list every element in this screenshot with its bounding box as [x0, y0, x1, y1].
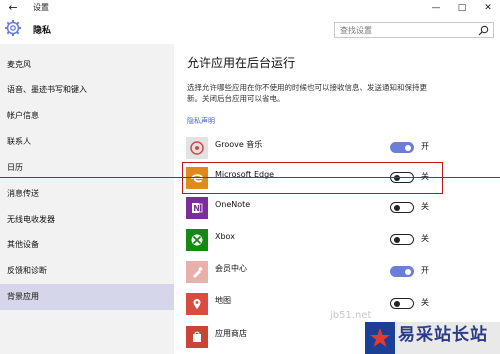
- app-name: 应用商店: [215, 329, 247, 338]
- search-placeholder: 查找设置: [340, 26, 372, 35]
- gear-icon: [5, 20, 21, 36]
- sidebar-item-messaging[interactable]: 消息传送: [0, 181, 174, 207]
- app-row-maps: 地图 关: [186, 293, 446, 315]
- background-toggle[interactable]: [390, 234, 414, 245]
- highlight-box: [182, 162, 443, 194]
- background-toggle[interactable]: [390, 202, 414, 213]
- app-name: 会员中心: [215, 264, 247, 273]
- sidebar-item-microphone[interactable]: 麦克风: [0, 52, 174, 78]
- sidebar-item-account-info[interactable]: 帐户信息: [0, 103, 174, 129]
- sidebar-item-contacts[interactable]: 联系人: [0, 129, 174, 155]
- groove-music-icon: [186, 137, 208, 159]
- app-row-groove-music: Groove 音乐 开: [186, 137, 446, 159]
- sidebar-item-label: 麦克风: [7, 60, 31, 69]
- title-bar: ← 设置 — □ ✕: [0, 0, 500, 16]
- insider-hub-icon: [186, 261, 208, 283]
- background-toggle[interactable]: [390, 142, 414, 153]
- app-row-insider-hub: 会员中心 开: [186, 261, 446, 283]
- sidebar-item-label: 其他设备: [7, 240, 39, 249]
- app-name: Xbox: [215, 232, 235, 241]
- search-input[interactable]: 查找设置: [334, 22, 494, 38]
- sidebar-item-label: 联系人: [7, 137, 31, 146]
- search-icon[interactable]: [478, 25, 489, 36]
- watermark-text: 易采站长站: [398, 325, 488, 345]
- maximize-button[interactable]: □: [450, 0, 474, 16]
- sidebar-item-speech-inking-typing[interactable]: 语音、墨迹书写和键入: [0, 77, 174, 103]
- onenote-icon: N: [186, 197, 208, 219]
- svg-text:N: N: [193, 204, 200, 213]
- sidebar-item-label: 反馈和诊断: [7, 266, 47, 275]
- app-name: 地图: [215, 296, 231, 305]
- toggle-state-label: 开: [421, 142, 429, 151]
- privacy-statement-link[interactable]: 隐私声明: [187, 116, 215, 126]
- watermark: 易采站长站: [365, 322, 500, 354]
- sidebar-item-label: 语音、墨迹书写和键入: [7, 85, 87, 94]
- app-row-onenote: N OneNote 关: [186, 197, 446, 219]
- page-title: 隐私: [33, 26, 52, 36]
- sidebar-item-feedback-diagnostics[interactable]: 反馈和诊断: [0, 258, 174, 284]
- watermark-url: jb51.net: [330, 310, 372, 321]
- section-title: 允许应用在后台运行: [187, 56, 296, 70]
- toggle-state-label: 关: [421, 202, 429, 211]
- toggle-state-label: 开: [421, 266, 429, 275]
- minimize-button[interactable]: —: [424, 0, 448, 16]
- sidebar-item-label: 消息传送: [7, 189, 39, 198]
- section-description: 选择允许哪些应用在你不使用的时候也可以接收信息、发送通知和保持更新。关闭后台应用…: [187, 83, 427, 103]
- sidebar-item-other-devices[interactable]: 其他设备: [0, 232, 174, 258]
- sidebar-item-background-apps[interactable]: 背景应用: [0, 284, 174, 310]
- back-arrow-icon[interactable]: ←: [6, 1, 20, 15]
- xbox-icon: [186, 229, 208, 251]
- sidebar: 麦克风 语音、墨迹书写和键入 帐户信息 联系人 日历 消息传送 无线电收发器 其…: [0, 44, 174, 354]
- background-toggle[interactable]: [390, 298, 414, 309]
- window-title: 设置: [33, 3, 49, 12]
- sidebar-item-label: 帐户信息: [7, 111, 39, 120]
- maps-icon: [186, 293, 208, 315]
- app-name: Groove 音乐: [215, 140, 263, 149]
- background-toggle[interactable]: [390, 266, 414, 277]
- app-name: OneNote: [215, 200, 251, 209]
- page-header: 隐私 查找设置: [0, 16, 500, 44]
- sidebar-item-radios[interactable]: 无线电收发器: [0, 207, 174, 233]
- annotation-line: [0, 177, 500, 178]
- sidebar-item-label: 日历: [7, 163, 23, 172]
- toggle-state-label: 关: [421, 298, 429, 307]
- watermark-logo-icon: [365, 322, 395, 354]
- toggle-state-label: 关: [421, 234, 429, 243]
- app-row-xbox: Xbox 关: [186, 229, 446, 251]
- close-button[interactable]: ✕: [476, 0, 500, 16]
- store-icon: [186, 326, 208, 348]
- sidebar-item-label: 背景应用: [7, 292, 39, 301]
- sidebar-item-label: 无线电收发器: [7, 215, 55, 224]
